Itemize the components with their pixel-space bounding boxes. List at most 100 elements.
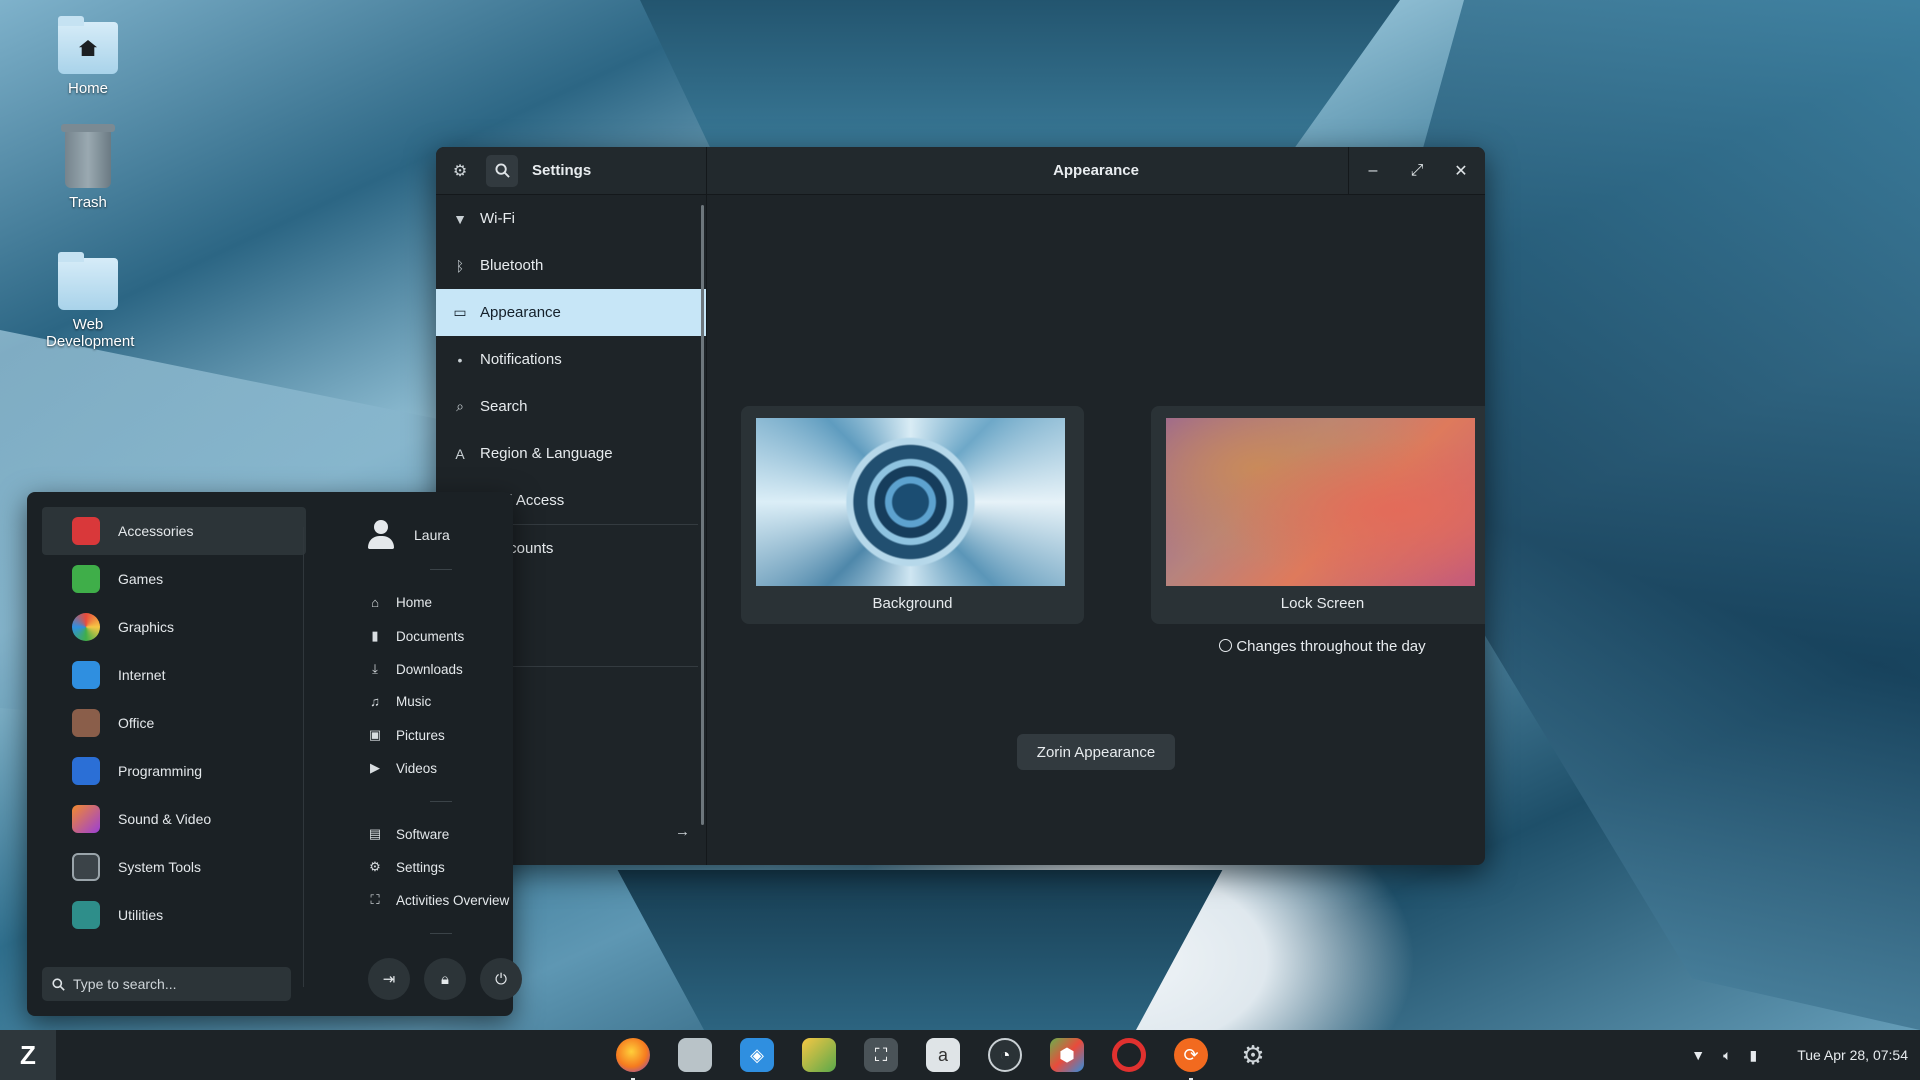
home-folder-icon [58, 16, 118, 74]
place-pictures[interactable]: ▣ Pictures [368, 727, 445, 743]
taskbar-apps: ◈ ⛶ a ◔ ⬢ ⟳ ⚙ [616, 1030, 1270, 1080]
battery-icon[interactable]: ▮ [1749, 1047, 1757, 1064]
power-button[interactable]: ⏻ [480, 958, 522, 1000]
document-icon: a [937, 1044, 948, 1065]
place-home[interactable]: ⌂ Home [368, 595, 432, 610]
wallpaper-shape [640, 0, 1400, 160]
system-tools-icon [72, 853, 100, 881]
place-documents[interactable]: ▮ Documents [368, 628, 464, 644]
taskbar-app-cube[interactable]: ⬢ [1050, 1038, 1084, 1072]
place-music[interactable]: ♫ Music [368, 694, 431, 709]
wifi-icon: ▼ [453, 210, 467, 227]
sidebar-item-appearance[interactable]: ▭ Appearance [436, 289, 706, 336]
clock[interactable]: Tue Apr 28, 07:54 [1797, 1047, 1908, 1063]
sidebar-scrollbar[interactable] [701, 205, 704, 825]
bluetooth-icon: ᛒ [455, 257, 465, 274]
category-sound-video[interactable]: Sound & Video [42, 795, 306, 843]
programming-icon [72, 757, 100, 785]
taskbar-app-image-editor[interactable] [802, 1038, 836, 1072]
maximize-button[interactable]: ⤢ [1401, 162, 1433, 180]
software-icon: ▤ [368, 826, 382, 841]
taskbar-app-software-store[interactable]: ◈ [740, 1038, 774, 1072]
lock-screen-card[interactable]: Lock Screen [1151, 406, 1485, 624]
place-label: Videos [396, 760, 438, 776]
logout-button[interactable]: ⇥ [368, 958, 410, 1000]
page-title: Appearance [1053, 162, 1139, 179]
activities-icon: ⛶ [370, 892, 380, 907]
sidebar-item-region-language[interactable]: A Region & Language [436, 430, 706, 477]
background-thumbnail [756, 418, 1065, 586]
system-label: Software [396, 826, 450, 842]
taskbar-app-record[interactable] [1112, 1038, 1146, 1072]
system-label: Settings [396, 859, 445, 875]
gear-icon[interactable]: ⚙ [444, 155, 476, 187]
desktop-icon-label: Web Development [46, 316, 135, 350]
wifi-icon[interactable]: ▼ [1691, 1047, 1705, 1063]
category-label: Graphics [118, 619, 175, 635]
taskbar: Z ◈ ⛶ a ◔ ⬢ ⟳ ⚙ ▼ 🔈︎ ▮ Tue Apr 28, 07:54 [0, 1030, 1920, 1080]
system-software[interactable]: ▤ Software [368, 826, 449, 842]
category-accessories[interactable]: Accessories [42, 507, 306, 555]
user-account[interactable]: Laura [368, 520, 450, 550]
pictures-icon: ▣ [368, 727, 382, 742]
utilities-icon [72, 901, 100, 929]
category-label: Office [118, 715, 155, 731]
close-button[interactable]: ✕ [1445, 161, 1477, 181]
separator [430, 933, 452, 934]
category-office[interactable]: Office [42, 699, 306, 747]
sidebar-item-label: Search [480, 398, 528, 415]
session-buttons: ⇥ 🔒︎ ⏻ [342, 958, 522, 1000]
gear-icon: ⚙ [1241, 1039, 1265, 1070]
desktop-icon-label: Home [67, 80, 108, 97]
desktop-icon-trash[interactable]: Trash [28, 124, 148, 211]
games-icon [72, 565, 100, 593]
office-icon [72, 709, 100, 737]
search-placeholder: Type to search... [73, 976, 177, 992]
taskbar-app-system-monitor[interactable]: ◔ [988, 1038, 1022, 1072]
category-internet[interactable]: Internet [42, 651, 306, 699]
sidebar-item-wifi[interactable]: ▼ Wi-Fi [436, 195, 706, 242]
category-system-tools[interactable]: System Tools [42, 843, 306, 891]
lock-button[interactable]: 🔒︎ [424, 958, 466, 1000]
sidebar-item-search[interactable]: ⌕ Search [436, 383, 706, 430]
place-label: Music [396, 694, 432, 709]
taskbar-app-settings[interactable]: ⚙ [1236, 1038, 1270, 1072]
category-games[interactable]: Games [42, 555, 306, 603]
category-programming[interactable]: Programming [42, 747, 306, 795]
category-graphics[interactable]: Graphics [42, 603, 306, 651]
system-settings[interactable]: ⚙ Settings [368, 859, 445, 875]
arrow-right-icon: → [675, 823, 690, 840]
system-activities-overview[interactable]: ⛶ Activities Overview [368, 892, 509, 908]
desktop-icon-home[interactable]: Home [28, 16, 148, 97]
sidebar-item-bluetooth[interactable]: ᛒ Bluetooth [436, 242, 706, 289]
display-icon: ▭ [453, 304, 467, 320]
zorin-menu-button[interactable]: Z [0, 1030, 56, 1080]
category-label: Programming [118, 763, 203, 779]
app-search-input[interactable]: Type to search... [42, 967, 291, 1001]
taskbar-app-firefox[interactable] [616, 1038, 650, 1080]
taskbar-app-office-docs[interactable]: a [926, 1038, 960, 1072]
minimize-button[interactable]: – [1357, 162, 1389, 180]
changes-text: Changes throughout the day [1236, 638, 1426, 655]
search-button[interactable] [486, 154, 518, 187]
store-icon: ◈ [750, 1044, 764, 1065]
background-card[interactable]: Background [741, 406, 1084, 624]
music-icon: ♫ [370, 694, 380, 709]
sidebar-item-label: Notifications [480, 351, 562, 368]
changes-throughout-day: Changes throughout the day [1151, 638, 1485, 655]
sidebar-item-notifications[interactable]: • Notifications [436, 336, 706, 383]
taskbar-app-screenshot[interactable]: ⛶ [864, 1038, 898, 1072]
taskbar-app-update[interactable]: ⟳ [1174, 1038, 1208, 1080]
taskbar-app-files[interactable] [678, 1038, 712, 1072]
power-icon: ⏻ [495, 970, 507, 988]
place-videos[interactable]: ▶ Videos [368, 760, 437, 776]
volume-icon[interactable]: 🔈︎ [1723, 1047, 1731, 1064]
place-downloads[interactable]: ⤓ Downloads [368, 661, 463, 677]
zorin-appearance-button[interactable]: Zorin Appearance [1017, 734, 1175, 770]
clock-icon [1219, 639, 1233, 652]
zorin-logo-icon: Z [20, 1039, 36, 1070]
search-icon: ⌕ [456, 398, 464, 414]
category-utilities[interactable]: Utilities [42, 891, 306, 939]
category-label: Games [118, 571, 164, 587]
desktop-icon-web-development[interactable]: Web Development [28, 252, 148, 350]
